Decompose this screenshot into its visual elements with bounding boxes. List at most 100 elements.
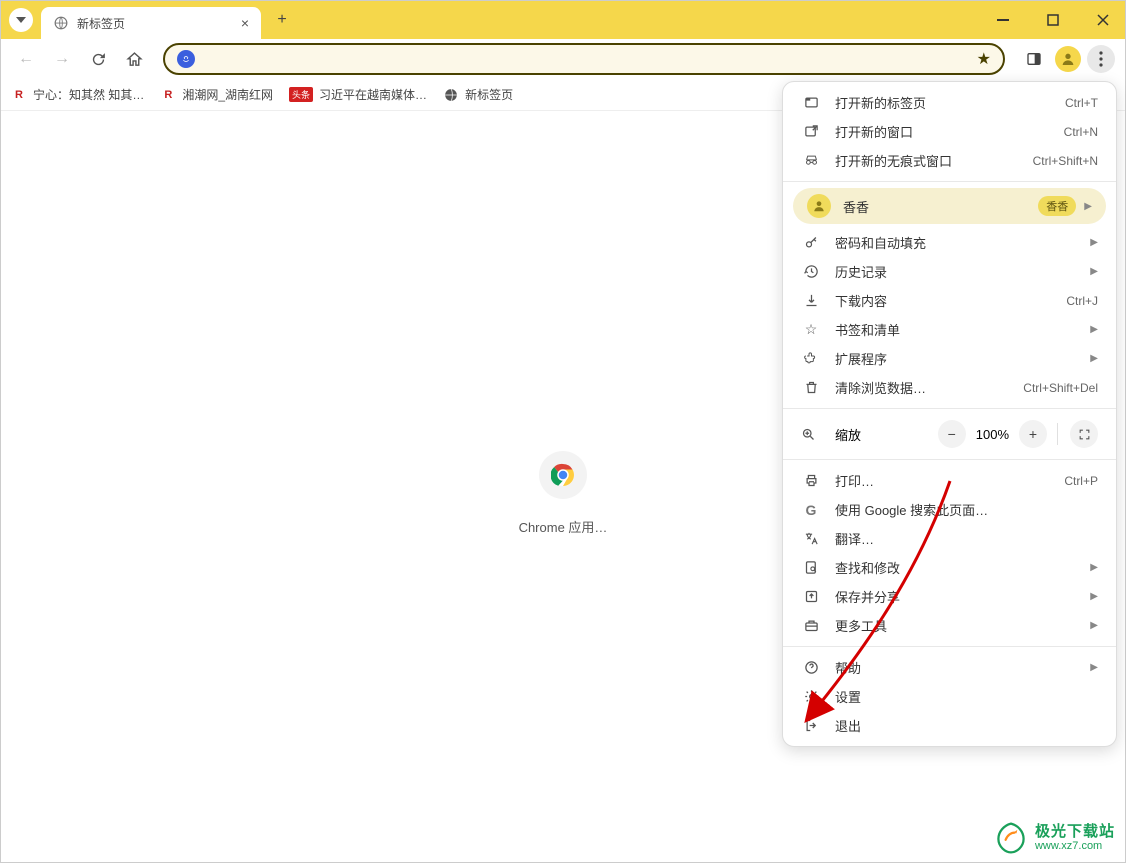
puzzle-icon [801,351,821,366]
apps-label: Chrome 应用… [519,517,608,536]
menu-separator [783,408,1116,409]
zoom-out-button[interactable]: − [938,420,966,448]
back-button[interactable]: ← [11,44,41,74]
window-controls [989,1,1117,39]
bookmark-label: 宁心：知其然 知其… [33,86,144,103]
profile-avatar[interactable] [1055,46,1081,72]
titlebar: 新标签页 × + [1,1,1125,39]
menu-new-window[interactable]: 打开新的窗口 Ctrl+N [783,117,1116,146]
close-window-button[interactable] [1089,6,1117,34]
menu-separator [783,181,1116,182]
url-input[interactable] [203,51,977,67]
chevron-right-icon: ▶ [1090,237,1098,248]
zoom-in-button[interactable]: + [1019,420,1047,448]
bookmark-label: 新标签页 [465,86,513,103]
browser-tab[interactable]: 新标签页 × [41,7,261,39]
chevron-right-icon: ▶ [1090,266,1098,277]
history-icon [801,264,821,279]
tab-search-button[interactable] [9,8,33,32]
watermark-title: 极光下载站 [1035,824,1115,841]
menu-separator [783,459,1116,460]
globe-icon [53,15,69,31]
zoom-icon [801,427,821,442]
menu-new-tab[interactable]: 打开新的标签页 Ctrl+T [783,88,1116,117]
menu-incognito[interactable]: 打开新的无痕式窗口 Ctrl+Shift+N [783,146,1116,175]
watermark-logo-icon [993,820,1029,856]
close-icon[interactable]: × [241,15,249,31]
menu-google-search[interactable]: G 使用 Google 搜索此页面… [783,495,1116,524]
menu-profile[interactable]: 香香 香香 ▶ [793,188,1106,224]
menu-separator [783,646,1116,647]
menu-history[interactable]: 历史记录 ▶ [783,257,1116,286]
menu-print[interactable]: 打印… Ctrl+P [783,466,1116,495]
chevron-right-icon: ▶ [1084,201,1092,212]
menu-translate[interactable]: 翻译… [783,524,1116,553]
bookmark-item[interactable]: R 湘潮网_湖南红网 [160,86,273,103]
maximize-button[interactable] [1039,6,1067,34]
menu-more-tools[interactable]: 更多工具 ▶ [783,611,1116,640]
new-window-icon [801,124,821,139]
toolbar: ← → ★ [1,39,1125,79]
menu-passwords[interactable]: 密码和自动填充 ▶ [783,228,1116,257]
toolbox-icon [801,618,821,633]
chevron-right-icon: ▶ [1090,562,1098,573]
menu-clear-data[interactable]: 清除浏览数据… Ctrl+Shift+Del [783,373,1116,402]
bookmark-item[interactable]: 头条 习近平在越南媒体… [289,86,427,103]
find-icon [801,560,821,575]
bookmark-favicon: R [11,87,27,103]
share-icon [801,589,821,604]
bookmark-label: 习近平在越南媒体… [319,86,427,103]
reload-button[interactable] [83,44,113,74]
chevron-right-icon: ▶ [1090,324,1098,335]
menu-bookmarks[interactable]: ☆ 书签和清单 ▶ [783,315,1116,344]
menu-save-share[interactable]: 保存并分享 ▶ [783,582,1116,611]
help-icon [801,660,821,675]
bookmark-badge: 头条 [289,87,313,102]
home-button[interactable] [119,44,149,74]
bookmark-favicon: R [160,87,176,103]
chevron-right-icon: ▶ [1090,353,1098,364]
chevron-right-icon: ▶ [1090,662,1098,673]
bookmark-star-icon[interactable]: ★ [977,49,991,69]
print-icon [801,473,821,488]
new-tab-icon [801,95,821,110]
watermark-url: www.xz7.com [1035,840,1115,852]
bookmark-label: 湘潮网_湖南红网 [182,86,273,103]
gear-icon [801,689,821,704]
menu-find[interactable]: 查找和修改 ▶ [783,553,1116,582]
google-icon: G [801,502,821,518]
star-icon: ☆ [801,321,821,338]
translate-icon [801,531,821,546]
zoom-value: 100% [976,427,1009,442]
incognito-icon [801,153,821,168]
main-menu: 打开新的标签页 Ctrl+T 打开新的窗口 Ctrl+N 打开新的无痕式窗口 C… [782,81,1117,747]
side-panel-icon[interactable] [1019,44,1049,74]
minimize-button[interactable] [989,6,1017,34]
bookmark-item[interactable]: 新标签页 [443,86,513,103]
exit-icon [801,718,821,733]
download-icon [801,293,821,308]
menu-downloads[interactable]: 下载内容 Ctrl+J [783,286,1116,315]
tab-title: 新标签页 [77,15,241,32]
apps-shortcut[interactable]: Chrome 应用… [519,451,608,536]
bookmark-item[interactable]: R 宁心：知其然 知其… [11,86,144,103]
more-menu-button[interactable] [1087,45,1115,73]
new-tab-button[interactable]: + [269,7,295,33]
menu-zoom: 缩放 − 100% + [783,415,1116,453]
globe-icon [443,87,459,103]
forward-button[interactable]: → [47,44,77,74]
chevron-right-icon: ▶ [1090,591,1098,602]
watermark: 极光下载站 www.xz7.com [993,820,1115,856]
menu-settings[interactable]: 设置 [783,682,1116,711]
site-icon [177,50,195,68]
menu-help[interactable]: 帮助 ▶ [783,653,1116,682]
fullscreen-button[interactable] [1070,420,1098,448]
chrome-logo-icon [539,451,587,499]
person-icon [807,194,831,218]
address-bar[interactable]: ★ [163,43,1005,75]
key-icon [801,235,821,250]
trash-icon [801,380,821,395]
menu-extensions[interactable]: 扩展程序 ▶ [783,344,1116,373]
menu-exit[interactable]: 退出 [783,711,1116,740]
chevron-right-icon: ▶ [1090,620,1098,631]
